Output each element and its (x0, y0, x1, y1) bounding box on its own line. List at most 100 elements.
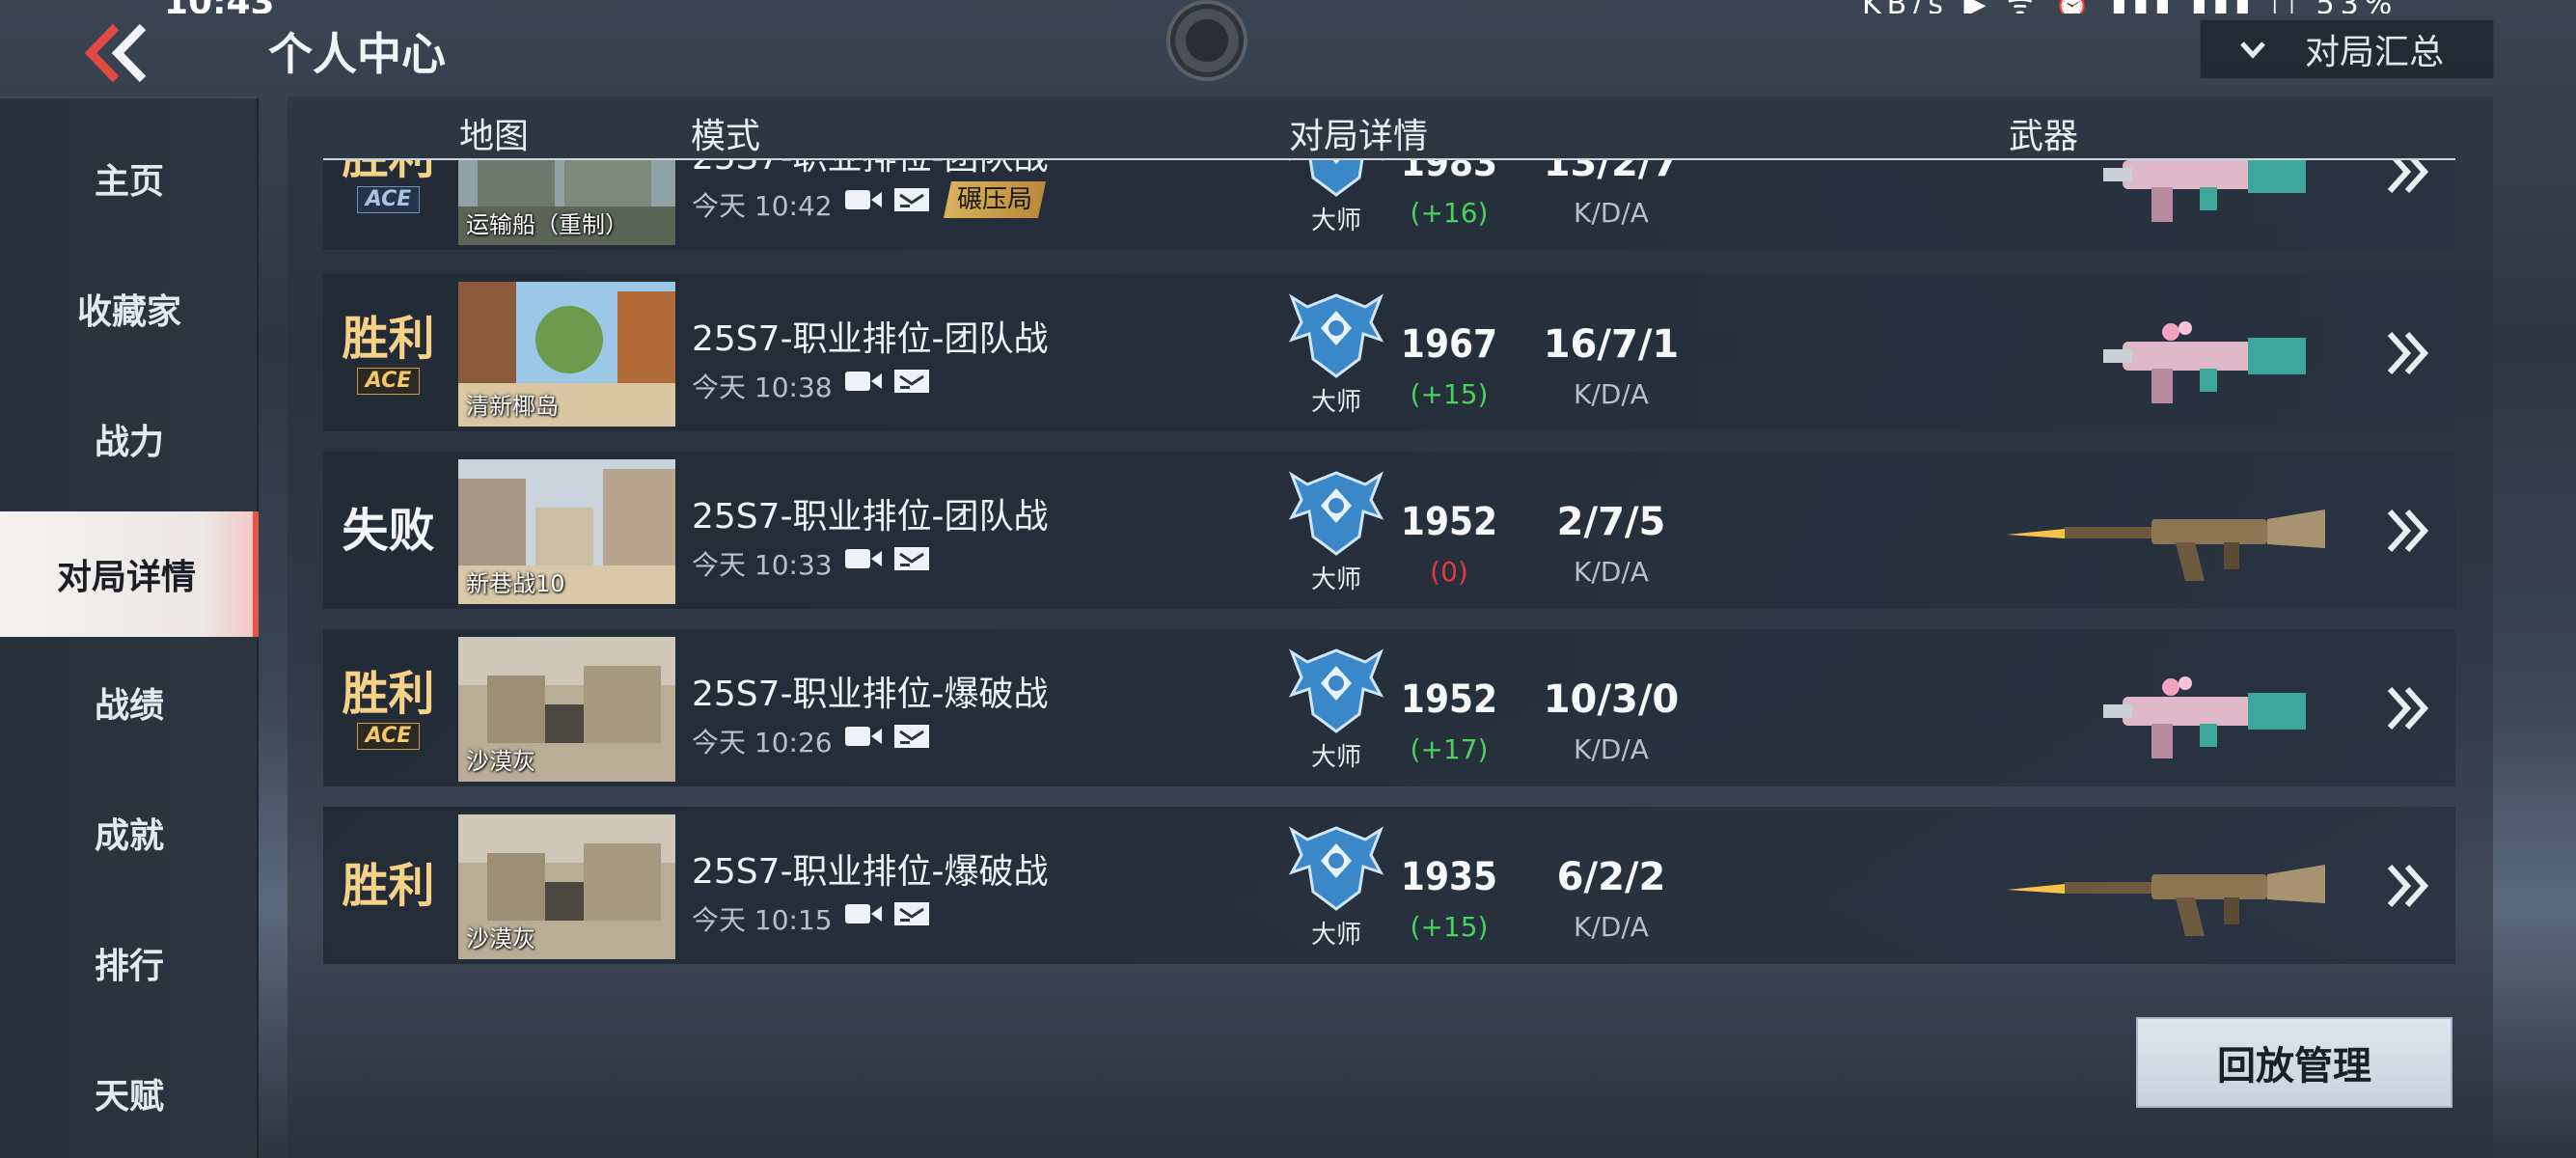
match-row[interactable]: 胜利 ACE 运输船（重制） 25S7-职业排位-团队战 今天 10:42 碾压… (323, 160, 2455, 250)
sidebar-item-achievements[interactable]: 成就 (0, 770, 259, 896)
kda-label: K/D/A (1574, 378, 1649, 410)
sidebar-item-label: 天赋 (94, 1077, 164, 1117)
kda-label: K/D/A (1574, 556, 1649, 588)
map-name: 沙漠灰 (466, 925, 535, 952)
rank-label: 大师 (1310, 388, 1361, 417)
report-card-icon[interactable] (892, 185, 931, 214)
rank-badge-icon (1288, 293, 1384, 378)
status-indicators: KB/s ▶ ᯤ ⏰ ▮▮▮ ▮▮▮ ◻ 53% (1862, 0, 2398, 14)
rank-label: 大师 (1310, 565, 1361, 594)
match-row[interactable]: 胜利 ACE 清新椰岛 25S7-职业排位-团队战 今天 10:38 大师 19… (323, 274, 2455, 431)
rank-badge-icon (1288, 471, 1384, 556)
ace-badge: ACE (356, 722, 421, 750)
score-delta: (+17) (1410, 733, 1489, 765)
ace-badge: ACE (356, 185, 421, 213)
kda-value: 16/7/1 (1543, 322, 1680, 367)
map-thumbnail: 新巷战10 (458, 459, 675, 604)
weapon-pink-rifle-icon (2103, 676, 2306, 758)
rank-label: 大师 (1310, 743, 1361, 772)
sidebar-divider (0, 96, 259, 98)
kda-label: K/D/A (1574, 197, 1649, 229)
match-row[interactable]: 失败 新巷战10 25S7-职业排位-团队战 今天 10:33 大师 1952 … (323, 452, 2455, 609)
status-bar: 10:43 KB/s ▶ ᯤ ⏰ ▮▮▮ ▮▮▮ ◻ 53% (0, 0, 2576, 14)
result-text: 胜利 (342, 160, 434, 184)
sidebar-item-label: 对局详情 (56, 558, 196, 597)
kda-value: 2/7/5 (1556, 500, 1666, 544)
report-card-icon[interactable] (892, 544, 931, 573)
report-card-icon[interactable] (892, 899, 931, 928)
result-text: 胜利 (342, 858, 435, 913)
rank-label: 大师 (1310, 207, 1361, 235)
sidebar-item-label: 战力 (94, 423, 164, 462)
result-text: 胜利 (342, 666, 435, 721)
match-summary-label: 对局汇总 (2305, 33, 2445, 72)
score-delta: (+15) (1410, 378, 1489, 410)
score: 1967 (1400, 322, 1498, 367)
replay-management-button[interactable]: 回放管理 (2136, 1017, 2453, 1108)
score: 1935 (1400, 855, 1498, 899)
double-chevron-left-icon (84, 23, 147, 83)
mode-text: 25S7-职业排位-爆破战 (692, 675, 1049, 714)
map-thumbnail: 清新椰岛 (458, 282, 675, 427)
score: 1952 (1400, 677, 1498, 722)
sidebar-item-power[interactable]: 战力 (0, 376, 259, 502)
result-text: 失败 (342, 503, 435, 558)
column-header-details: 对局详情 (1289, 117, 1429, 156)
video-camera-icon[interactable] (844, 369, 883, 394)
map-thumbnail: 沙漠灰 (458, 637, 675, 782)
double-chevron-right-icon[interactable] (2378, 160, 2436, 201)
result-cell: 胜利 ACE (323, 274, 453, 431)
score-delta: (+15) (1410, 911, 1489, 943)
map-name: 新巷战10 (466, 570, 565, 597)
match-row[interactable]: 胜利 ACE 沙漠灰 25S7-职业排位-爆破战 今天 10:26 大师 195… (323, 629, 2455, 786)
weapon-pink-rifle-icon (2103, 160, 2306, 222)
sidebar-item-home[interactable]: 主页 (0, 116, 259, 241)
report-card-icon[interactable] (892, 367, 931, 396)
sidebar-item-collector[interactable]: 收藏家 (0, 246, 259, 372)
video-camera-icon[interactable] (844, 187, 883, 212)
sidebar-item-label: 主页 (94, 162, 164, 202)
kda-label: K/D/A (1574, 733, 1649, 765)
report-card-icon[interactable] (892, 722, 931, 751)
match-list[interactable]: 胜利 ACE 运输船（重制） 25S7-职业排位-团队战 今天 10:42 碾压… (323, 160, 2455, 990)
match-summary-dropdown[interactable]: 对局汇总 (2200, 19, 2494, 79)
map-thumbnail: 运输船（重制） (458, 160, 675, 245)
video-camera-icon[interactable] (844, 901, 883, 926)
mode-text: 25S7-职业排位-团队战 (692, 319, 1049, 359)
double-chevron-right-icon[interactable] (2378, 324, 2436, 382)
match-time: 今天 10:38 (692, 372, 833, 403)
match-time: 今天 10:33 (692, 549, 833, 581)
back-button[interactable] (79, 19, 156, 87)
sidebar-item-label: 成就 (94, 816, 164, 856)
video-camera-icon[interactable] (844, 546, 883, 571)
double-chevron-right-icon[interactable] (2378, 679, 2436, 737)
sidebar-item-ranking[interactable]: 排行 (0, 900, 259, 1026)
result-cell: 胜利 ACE (323, 160, 453, 250)
double-chevron-right-icon[interactable] (2378, 502, 2436, 560)
match-time: 今天 10:42 (692, 190, 833, 222)
map-name: 运输船（重制） (466, 211, 628, 238)
match-time: 今天 10:15 (692, 904, 833, 936)
match-time: 今天 10:26 (692, 727, 833, 758)
mode-text: 25S7-职业排位-团队战 (692, 497, 1049, 537)
column-header-mode: 模式 (691, 117, 761, 156)
status-time: 10:43 (164, 0, 275, 14)
video-camera-icon[interactable] (844, 724, 883, 749)
result-text: 胜利 (342, 311, 435, 366)
camera-cutout (1170, 4, 1244, 77)
chevron-down-icon (2239, 33, 2266, 67)
match-row[interactable]: 胜利 沙漠灰 25S7-职业排位-爆破战 今天 10:15 大师 1935 (+… (323, 807, 2455, 964)
crush-match-tag: 碾压局 (943, 181, 1047, 218)
kda-value: 6/2/2 (1556, 855, 1666, 899)
score: 1983 (1400, 160, 1498, 185)
result-cell: 胜利 (323, 807, 453, 964)
sidebar-item-record[interactable]: 战绩 (0, 640, 259, 765)
double-chevron-right-icon[interactable] (2378, 857, 2436, 915)
column-header-weapon: 武器 (2009, 117, 2079, 156)
sidebar-item-label: 收藏家 (76, 292, 181, 332)
kda-label: K/D/A (1574, 911, 1649, 943)
sidebar-item-label: 排行 (94, 947, 164, 986)
sidebar-item-talent[interactable]: 天赋 (0, 1031, 259, 1156)
sidebar-item-match-details[interactable]: 对局详情 (0, 511, 259, 637)
sidebar: 主页 收藏家 战力 对局详情 战绩 成就 排行 天赋 (0, 96, 259, 1158)
